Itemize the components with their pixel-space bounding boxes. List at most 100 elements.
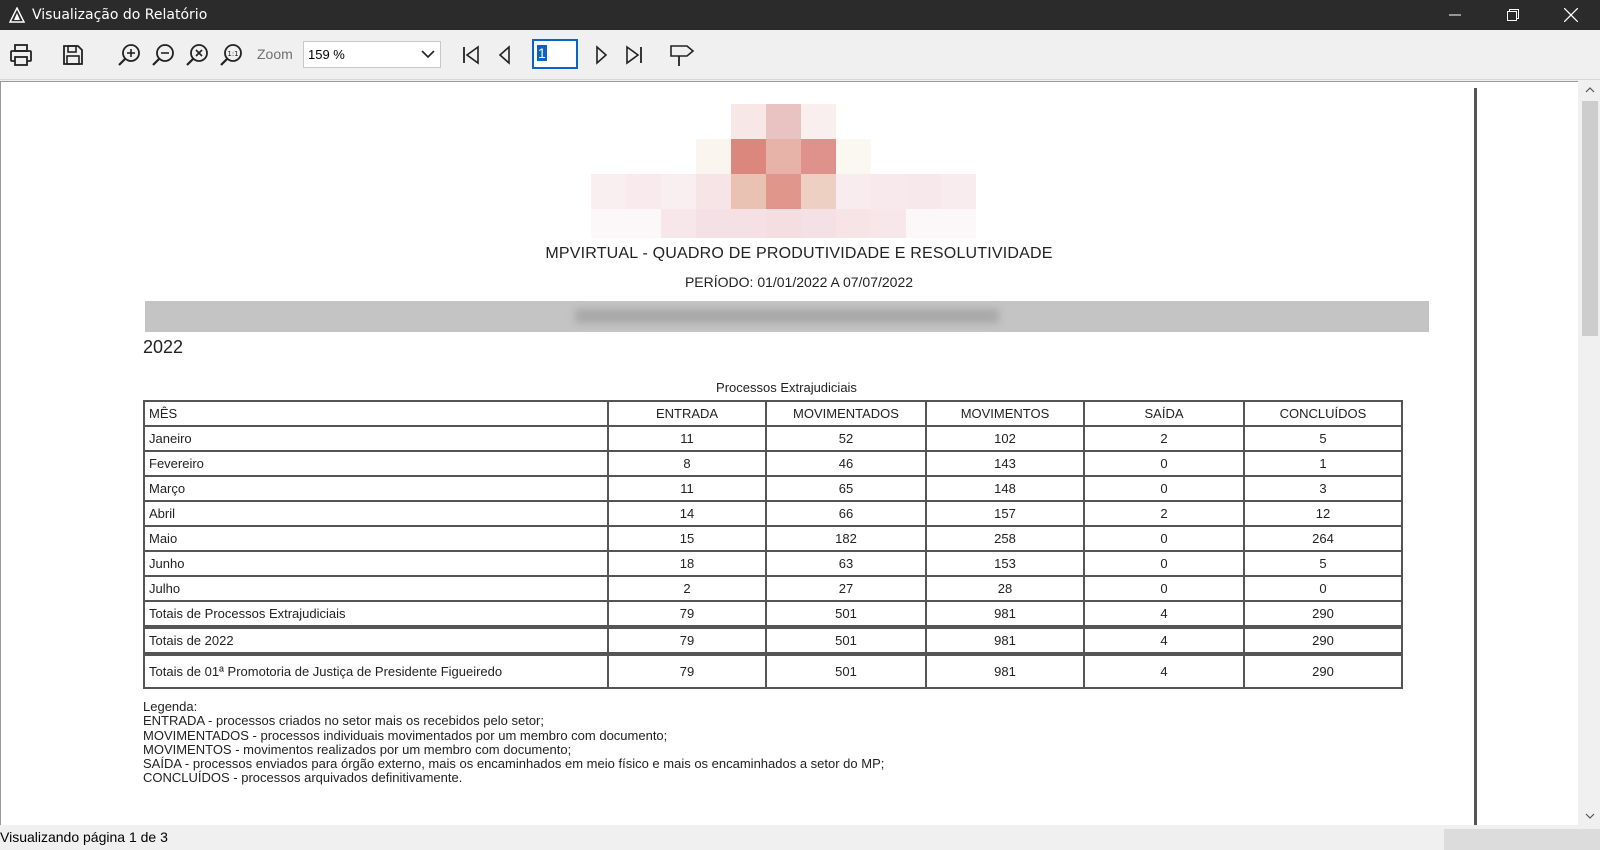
table-cell: Totais de 2022 — [143, 627, 609, 654]
highlight-button[interactable] — [666, 38, 700, 72]
status-text: Visualizando página 1 de 3 — [0, 829, 168, 845]
table-cell: 79 — [607, 654, 767, 689]
zoom-label: Zoom — [257, 46, 293, 62]
first-page-icon — [463, 45, 479, 65]
zoom-select[interactable]: 159 % — [303, 41, 441, 68]
first-page-button[interactable] — [454, 38, 488, 72]
report-period: PERÍODO: 01/01/2022 A 07/07/2022 — [684, 274, 914, 290]
table-header-cell: ENTRADA — [607, 400, 767, 427]
table-cell: 79 — [607, 627, 767, 654]
chevron-down-icon — [1585, 813, 1594, 819]
table-cell: 0 — [1083, 450, 1245, 477]
total-office-table: Totais de 01ª Promotoria de Justiça de P… — [143, 654, 1403, 689]
table-cell: 981 — [925, 654, 1085, 689]
table-cell: 2 — [1083, 500, 1245, 527]
previous-page-button[interactable] — [488, 38, 522, 72]
scroll-up-button[interactable] — [1579, 81, 1600, 99]
table-cell: 63 — [765, 550, 927, 577]
table-cell: 0 — [1083, 575, 1245, 602]
window-controls — [1426, 0, 1600, 30]
vertical-scrollbar[interactable] — [1579, 81, 1600, 825]
table-cell: 290 — [1243, 600, 1403, 627]
table-cell: 182 — [765, 525, 927, 552]
report-year: 2022 — [143, 337, 184, 357]
next-page-button[interactable] — [584, 38, 618, 72]
table-cell: Maio — [143, 525, 609, 552]
table-cell: 501 — [765, 654, 927, 689]
table-row: Fevereiro 8 46 143 0 1 — [143, 450, 1403, 477]
chevron-down-icon[interactable] — [420, 46, 436, 65]
table-cell: 28 — [925, 575, 1085, 602]
app-icon — [6, 0, 28, 30]
table-cell: 18 — [607, 550, 767, 577]
chevron-up-icon — [1585, 87, 1594, 93]
table-cell: 501 — [765, 627, 927, 654]
window-title: Visualização do Relatório — [32, 7, 208, 23]
legend: Legenda: ENTRADA - processos criados no s… — [143, 699, 885, 786]
institution-logo — [591, 104, 976, 238]
table-cell: 5 — [1243, 550, 1403, 577]
minimize-button[interactable] — [1426, 0, 1484, 30]
svg-text:1:1: 1:1 — [227, 50, 238, 58]
zoom-actual-size-button[interactable]: 1:1 — [214, 38, 248, 72]
table-cell: 258 — [925, 525, 1085, 552]
legend-line: ENTRADA - processos criados no setor mai… — [143, 713, 545, 729]
page-number-input[interactable]: 1 — [532, 39, 578, 69]
table-caption: Processos Extrajudiciais — [716, 380, 857, 395]
report-title: MPVIRTUAL - QUADRO DE PRODUTIVIDADE E RE… — [545, 245, 1053, 262]
legend-line: Legenda: — [143, 699, 198, 714]
table-header-cell: SAÍDA — [1083, 400, 1245, 427]
minimize-icon — [1449, 14, 1461, 16]
table-row: Janeiro 11 52 102 2 5 — [143, 425, 1403, 452]
table-cell: 4 — [1083, 654, 1245, 689]
table-cell: 0 — [1083, 525, 1245, 552]
table-cell: 11 — [607, 425, 767, 452]
table-cell: 11 — [607, 475, 767, 502]
previous-page-icon — [498, 45, 510, 65]
table-cell: Fevereiro — [143, 450, 609, 477]
save-icon — [63, 45, 83, 65]
table-cell: 1 — [1243, 450, 1403, 477]
legend-line: SAÍDA - processos enviados para órgão ex… — [143, 756, 885, 772]
save-button[interactable] — [56, 38, 90, 72]
last-page-button[interactable] — [617, 38, 651, 72]
table-cell: 79 — [607, 600, 767, 627]
zoom-in-button[interactable] — [112, 38, 146, 72]
table-cell: 0 — [1083, 550, 1245, 577]
zoom-actual-size-icon: 1:1 — [220, 44, 242, 66]
zoom-reset-button[interactable] — [180, 38, 214, 72]
report-viewer[interactable]: MPVIRTUAL - QUADRO DE PRODUTIVIDADE E RE… — [0, 81, 1578, 825]
scrollbar-thumb[interactable] — [1582, 101, 1598, 336]
table-cell: 2 — [607, 575, 767, 602]
table-cell: 15 — [607, 525, 767, 552]
next-page-icon — [596, 45, 608, 65]
table-cell: 102 — [925, 425, 1085, 452]
print-button[interactable] — [4, 38, 38, 72]
total-year-table: Totais de 2022 79 501 981 4 290 — [143, 627, 1403, 654]
zoom-value: 159 % — [308, 47, 345, 62]
status-bar: Visualizando página 1 de 3 — [0, 825, 1600, 850]
table-header-cell: MÊS — [143, 400, 609, 427]
table-cell: 153 — [925, 550, 1085, 577]
table-row: Maio 15 182 258 0 264 — [143, 525, 1403, 552]
close-button[interactable] — [1542, 0, 1600, 30]
zoom-out-button[interactable] — [146, 38, 180, 72]
productivity-table: MÊS ENTRADA MOVIMENTADOS MOVIMENTOS SAÍDA CON… — [143, 400, 1403, 627]
table-cell: Março — [143, 475, 609, 502]
table-cell: 5 — [1243, 425, 1403, 452]
table-cell: Totais de 01ª Promotoria de Justiça de P… — [143, 654, 609, 689]
restore-button[interactable] — [1484, 0, 1542, 30]
close-icon — [1564, 8, 1578, 22]
table-cell: 66 — [765, 500, 927, 527]
restore-icon — [1507, 9, 1519, 21]
zoom-reset-icon — [186, 44, 208, 66]
legend-line: MOVIMENTADOS - processos individuais mov… — [143, 727, 668, 743]
redacted-text — [575, 309, 999, 323]
table-row: Junho 18 63 153 0 5 — [143, 550, 1403, 577]
table-cell: 4 — [1083, 600, 1245, 627]
highlight-icon — [670, 45, 695, 66]
table-cell: 501 — [765, 600, 927, 627]
scroll-down-button[interactable] — [1579, 807, 1600, 825]
table-cell: 12 — [1243, 500, 1403, 527]
table-cell: 4 — [1083, 627, 1245, 654]
